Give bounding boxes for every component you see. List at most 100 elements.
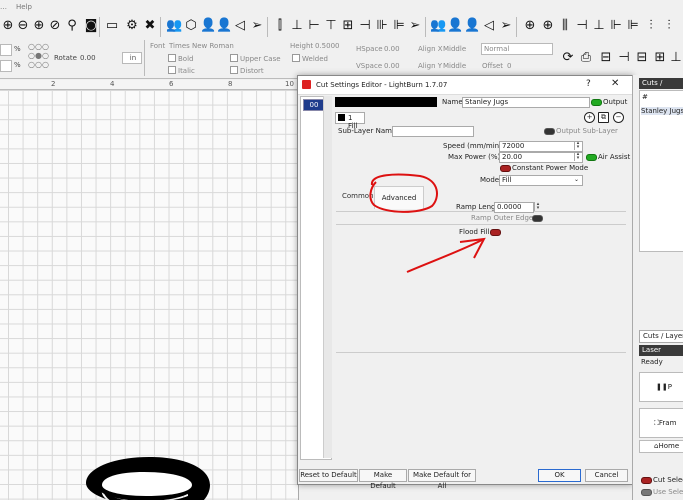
flip-icon[interactable]: ◁ (232, 18, 248, 34)
uppercase-checkbox[interactable]: Upper Case (230, 54, 281, 63)
distort-checkbox[interactable]: Distort (230, 66, 264, 75)
width-input[interactable] (0, 44, 12, 56)
speed-input[interactable]: 72000 (499, 141, 583, 152)
align-v-icon[interactable]: ⊥ (591, 18, 607, 34)
name-input[interactable]: Stanley Jugs (462, 97, 590, 108)
magnifier-icon[interactable]: ⚲ (64, 18, 80, 34)
settings-icon[interactable]: ⚙ (124, 18, 140, 34)
home-button[interactable]: ⌂Home (639, 440, 683, 453)
add-sublayer-icon[interactable]: + (584, 112, 595, 123)
tab-advanced[interactable]: Advanced (374, 186, 424, 209)
distribute-h-icon[interactable]: ⫼ (557, 18, 573, 34)
max-power-input[interactable]: 20.00 (499, 152, 583, 163)
align-icon-b[interactable]: ⊣ (616, 50, 632, 66)
align-icon-e[interactable]: ⊥ (668, 50, 683, 66)
user-icon[interactable]: 👤 (200, 18, 216, 34)
printer-icon[interactable]: ⎙ (578, 50, 594, 66)
design-canvas[interactable] (0, 80, 299, 500)
italic-checkbox[interactable]: Italic (168, 66, 195, 75)
align-left-icon[interactable]: ⫿ (272, 18, 288, 34)
sublayer-name-input[interactable] (392, 126, 474, 137)
target-icon[interactable]: ⊕ (522, 18, 538, 34)
pause-button[interactable]: ❚❚P (639, 372, 683, 402)
sublayer-tab[interactable]: 1 Fill (335, 112, 365, 130)
align-icon-a[interactable]: ⊟ (598, 50, 614, 66)
align-mid-icon[interactable]: ⊞ (340, 18, 356, 34)
flip2-icon[interactable]: ◁ (481, 18, 497, 34)
align-center-icon[interactable]: ⊥ (289, 18, 305, 34)
vspace-value[interactable]: 0.00 (384, 62, 400, 70)
tab-common[interactable]: Common (342, 192, 374, 200)
zoom-frame-icon[interactable]: ⊕ (31, 18, 47, 34)
output-sublayer-toggle[interactable] (544, 128, 555, 135)
offset-value[interactable]: 0 (507, 62, 511, 70)
cuts-layers-tab[interactable]: Cuts / Layers (639, 78, 683, 98)
user3-icon[interactable]: 👤 (464, 18, 480, 34)
align-right-icon[interactable]: ⊢ (306, 18, 322, 34)
align-y-value[interactable]: Middle (443, 62, 466, 70)
monitor-icon[interactable]: ▭ (104, 18, 120, 34)
send2-icon[interactable]: ➢ (498, 18, 514, 34)
welded-checkbox[interactable]: Welded (292, 54, 328, 63)
layer-list-scrollbar[interactable] (323, 96, 332, 458)
distribute-icon[interactable]: ⊪ (374, 18, 390, 34)
send-arrow-icon[interactable]: ➢ (407, 18, 423, 34)
zoom-select-icon[interactable]: ⊘ (47, 18, 63, 34)
align-bottom-icon[interactable]: ⊣ (357, 18, 373, 34)
align-icon-c[interactable]: ⊟ (634, 50, 650, 66)
font-value[interactable]: Times New Roman (169, 42, 234, 50)
help-button[interactable]: ? (586, 79, 591, 89)
use-selection-toggle[interactable] (641, 489, 652, 496)
ungroup-icon[interactable]: ⬡ (183, 18, 199, 34)
ramp-outer-edge-toggle[interactable] (532, 215, 543, 222)
constant-power-toggle[interactable] (500, 165, 511, 172)
align-h-icon[interactable]: ⊣ (574, 18, 590, 34)
space-h-icon[interactable]: ⊩ (608, 18, 624, 34)
remove-sublayer-icon[interactable]: − (613, 112, 624, 123)
cuts-list-row[interactable]: Stanley Jugs (641, 107, 683, 115)
layer-item-00[interactable]: 00 (303, 99, 325, 111)
menu-item-help[interactable]: Help (16, 3, 32, 11)
close-button[interactable]: ✕ (611, 78, 619, 89)
frame-button[interactable]: ⛶Fram (639, 408, 683, 438)
camera-icon[interactable]: ◙ (83, 18, 99, 34)
flood-fill-toggle[interactable] (490, 229, 501, 236)
cuts-list[interactable]: # Stanley Jugs (639, 90, 683, 252)
ok-button[interactable]: OK (538, 469, 581, 482)
zoom-out-icon[interactable]: ⊖ (15, 18, 31, 34)
cuts-layers-tab-2[interactable]: Cuts / Layers (639, 330, 683, 343)
user2-icon[interactable]: 👤 (447, 18, 463, 34)
space-v-icon[interactable]: ⊫ (625, 18, 641, 34)
ramp-length-spinner[interactable]: ▴ ▾ (534, 202, 541, 211)
align-top-icon[interactable]: ⊤ (323, 18, 339, 34)
air-assist-toggle[interactable] (586, 154, 597, 161)
user-add-icon[interactable]: 👤 (216, 18, 232, 34)
height-value[interactable]: 0.5000 (315, 42, 340, 50)
send-icon[interactable]: ➢ (249, 18, 265, 34)
group-icon[interactable]: 👥 (166, 18, 182, 34)
normal-select[interactable]: Normal (481, 43, 553, 55)
distribute-v-icon[interactable]: ⊫ (391, 18, 407, 34)
bold-checkbox[interactable]: Bold (168, 54, 193, 63)
height-input[interactable] (0, 60, 12, 72)
hspace-value[interactable]: 0.00 (384, 45, 400, 53)
menu-item-partial[interactable]: … (0, 3, 7, 11)
copy-sublayer-icon[interactable]: ⧉ (598, 112, 609, 123)
align-icon-d[interactable]: ⊞ (652, 50, 668, 66)
make-default-button[interactable]: Make Default (359, 469, 407, 490)
mode-dropdown-chevron-icon[interactable]: ⌄ (574, 176, 579, 183)
zoom-in-icon[interactable]: ⊕ (0, 18, 16, 34)
rotate-value[interactable]: 0.00 (80, 54, 96, 62)
layer-color-swatch[interactable] (335, 97, 437, 107)
grid-h-icon[interactable]: ⫶ (643, 18, 659, 34)
refresh-icon[interactable]: ⟳ (560, 50, 576, 66)
unit-button[interactable]: in (122, 52, 142, 64)
crosshair-icon[interactable]: ⊕ (540, 18, 556, 34)
anchor-grid-icon[interactable]: ○○○ ○●○ ○○○ (28, 42, 49, 69)
ramp-length-input[interactable]: 0.0000 (494, 202, 534, 213)
group2-icon[interactable]: 👥 (430, 18, 446, 34)
reset-default-button[interactable]: Reset to Default (299, 469, 358, 482)
tools-icon[interactable]: ✖ (142, 18, 158, 34)
cut-selected-toggle[interactable] (641, 477, 652, 484)
align-x-value[interactable]: Middle (443, 45, 466, 53)
